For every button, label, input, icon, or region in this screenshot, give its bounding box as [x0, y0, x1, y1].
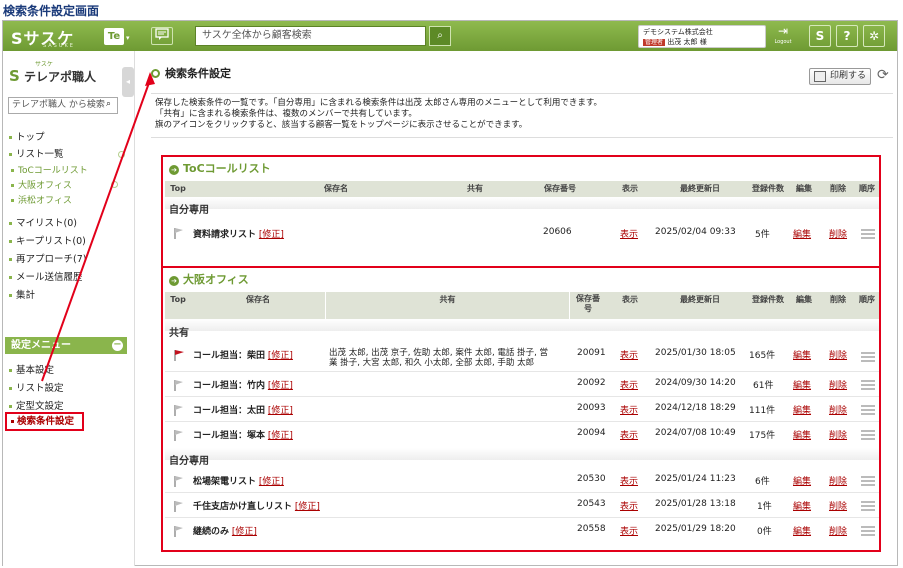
annotation-arrow [41, 72, 155, 382]
